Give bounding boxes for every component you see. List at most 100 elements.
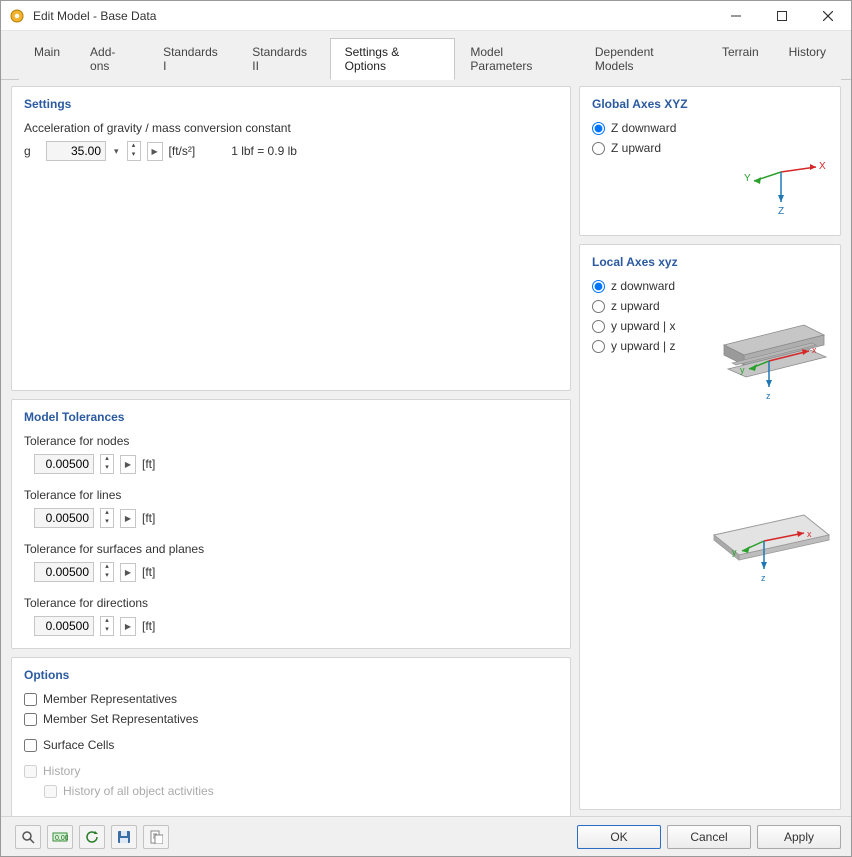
tolerance-directions: Tolerance for directions ▴▾ ▶ [ft] — [24, 596, 558, 636]
refresh-icon[interactable] — [79, 825, 105, 849]
history-all-label: History of all object activities — [63, 784, 214, 798]
local-axes-panel: Local Axes xyz z downward z upward y upw… — [579, 244, 841, 810]
tolerance-lines-unit: [ft] — [142, 511, 155, 525]
tolerance-directions-apply-icon[interactable]: ▶ — [120, 617, 136, 636]
local-z-up-label: z upward — [611, 299, 660, 313]
options-panel: Options Member Representatives Member Se… — [11, 657, 571, 816]
tolerance-lines: Tolerance for lines ▴▾ ▶ [ft] — [24, 488, 558, 528]
member-set-rep-label: Member Set Representatives — [43, 712, 198, 726]
local-z-up-radio[interactable] — [592, 300, 605, 313]
local-y-up-x-radio[interactable] — [592, 320, 605, 333]
tolerance-lines-apply-icon[interactable]: ▶ — [120, 509, 136, 528]
tolerance-surfaces-input[interactable] — [34, 562, 94, 582]
global-z-up-radio[interactable] — [592, 142, 605, 155]
tab-standards-1[interactable]: Standards I — [148, 38, 237, 80]
tolerance-surfaces: Tolerance for surfaces and planes ▴▾ ▶ [… — [24, 542, 558, 582]
tolerances-panel: Model Tolerances Tolerance for nodes ▴▾ … — [11, 399, 571, 649]
tolerance-lines-spinner[interactable]: ▴▾ — [100, 508, 114, 528]
units-icon[interactable]: 0,00 — [47, 825, 73, 849]
svg-text:X: X — [819, 161, 826, 172]
g-symbol: g — [24, 144, 40, 158]
tab-dependent-models[interactable]: Dependent Models — [580, 38, 707, 80]
local-z-down-radio[interactable] — [592, 280, 605, 293]
gravity-spinner[interactable]: ▴ ▾ — [127, 141, 141, 161]
surface-cells-label: Surface Cells — [43, 738, 114, 752]
svg-text:y: y — [732, 547, 737, 557]
local-y-up-x-label: y upward | x — [611, 319, 675, 333]
save-icon[interactable] — [111, 825, 137, 849]
beam-axes-icon: x y z — [714, 315, 834, 408]
tab-model-parameters[interactable]: Model Parameters — [455, 38, 579, 80]
tolerance-directions-spinner[interactable]: ▴▾ — [100, 616, 114, 636]
apply-button[interactable]: Apply — [757, 825, 841, 849]
gravity-dropdown-icon[interactable]: ▾ — [112, 146, 121, 157]
gravity-unit: [ft/s²] — [169, 144, 196, 158]
tolerance-surfaces-spinner[interactable]: ▴▾ — [100, 562, 114, 582]
tolerance-lines-label: Tolerance for lines — [24, 488, 558, 502]
member-rep-label: Member Representatives — [43, 692, 177, 706]
spinner-up-icon[interactable]: ▴ — [128, 142, 140, 151]
tolerance-surfaces-apply-icon[interactable]: ▶ — [120, 563, 136, 582]
tolerance-directions-unit: [ft] — [142, 619, 155, 633]
tab-addons[interactable]: Add-ons — [75, 38, 148, 80]
gravity-label: Acceleration of gravity / mass conversio… — [24, 121, 558, 135]
global-z-down-radio[interactable] — [592, 122, 605, 135]
svg-text:x: x — [807, 529, 812, 539]
tab-main[interactable]: Main — [19, 38, 75, 80]
svg-text:z: z — [761, 573, 766, 583]
spinner-down-icon[interactable]: ▾ — [128, 151, 140, 160]
global-axes-title: Global Axes XYZ — [592, 97, 828, 111]
history-checkbox — [24, 765, 37, 778]
tab-history[interactable]: History — [774, 38, 841, 80]
global-axes-panel: Global Axes XYZ Z downward Z upward X — [579, 86, 841, 236]
tolerance-nodes-unit: [ft] — [142, 457, 155, 471]
right-column: Global Axes XYZ Z downward Z upward X — [579, 86, 841, 810]
member-rep-checkbox[interactable] — [24, 693, 37, 706]
tab-standards-2[interactable]: Standards II — [237, 38, 329, 80]
search-icon[interactable] — [15, 825, 41, 849]
window-title: Edit Model - Base Data — [33, 9, 713, 23]
report-icon[interactable] — [143, 825, 169, 849]
tolerance-nodes-input[interactable] — [34, 454, 94, 474]
maximize-button[interactable] — [759, 1, 805, 31]
tolerance-lines-input[interactable] — [34, 508, 94, 528]
minimize-button[interactable] — [713, 1, 759, 31]
footer: 0,00 OK Cancel Apply — [1, 816, 851, 856]
options-title: Options — [24, 668, 558, 682]
tolerance-surfaces-unit: [ft] — [142, 565, 155, 579]
titlebar: Edit Model - Base Data — [1, 1, 851, 31]
svg-text:x: x — [812, 345, 817, 355]
tolerance-directions-input[interactable] — [34, 616, 94, 636]
tab-settings-options[interactable]: Settings & Options — [330, 38, 456, 80]
tolerance-directions-label: Tolerance for directions — [24, 596, 558, 610]
ok-button[interactable]: OK — [577, 825, 661, 849]
tab-terrain[interactable]: Terrain — [707, 38, 774, 80]
local-z-down-label: z downward — [611, 279, 675, 293]
global-z-up-label: Z upward — [611, 141, 661, 155]
content-area: Settings Acceleration of gravity / mass … — [1, 80, 851, 816]
tolerances-title: Model Tolerances — [24, 410, 558, 424]
surface-axes-icon: x y z — [704, 505, 834, 598]
tolerance-nodes-label: Tolerance for nodes — [24, 434, 558, 448]
global-z-down-label: Z downward — [611, 121, 676, 135]
tolerance-surfaces-label: Tolerance for surfaces and planes — [24, 542, 558, 556]
edit-model-dialog: Edit Model - Base Data Main Add-ons Stan… — [0, 0, 852, 857]
svg-text:y: y — [740, 365, 745, 375]
svg-text:Z: Z — [778, 206, 784, 217]
cancel-button[interactable]: Cancel — [667, 825, 751, 849]
tolerance-nodes-apply-icon[interactable]: ▶ — [120, 455, 136, 474]
surface-cells-checkbox[interactable] — [24, 739, 37, 752]
settings-panel: Settings Acceleration of gravity / mass … — [11, 86, 571, 391]
history-all-checkbox — [44, 785, 57, 798]
close-button[interactable] — [805, 1, 851, 31]
member-set-rep-checkbox[interactable] — [24, 713, 37, 726]
local-y-up-z-radio[interactable] — [592, 340, 605, 353]
gravity-input[interactable] — [46, 141, 106, 161]
gravity-apply-icon[interactable]: ▶ — [147, 142, 163, 161]
svg-text:0,00: 0,00 — [55, 835, 68, 842]
left-column: Settings Acceleration of gravity / mass … — [11, 86, 571, 810]
tolerance-nodes-spinner[interactable]: ▴▾ — [100, 454, 114, 474]
svg-text:z: z — [766, 391, 771, 401]
global-axes-icon: X Y Z — [736, 147, 826, 220]
tabstrip: Main Add-ons Standards I Standards II Se… — [1, 31, 851, 80]
